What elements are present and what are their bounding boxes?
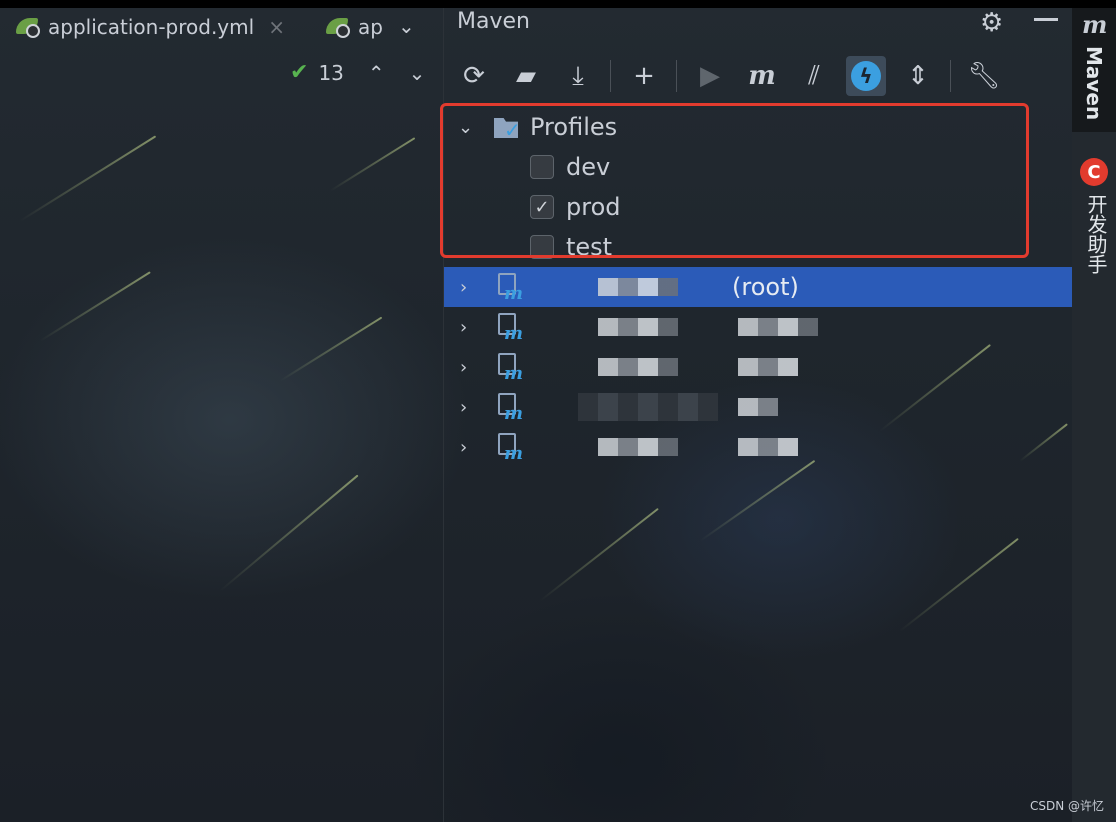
panel-title: Maven: [457, 9, 530, 34]
module-row-root[interactable]: › m (root): [444, 267, 1072, 307]
download-icon[interactable]: ⤓: [558, 56, 598, 96]
plus-icon[interactable]: +: [624, 56, 664, 96]
double-check-icon: ✔: [290, 60, 309, 85]
redacted-text: [738, 398, 778, 416]
toolbar-separator: [950, 60, 951, 92]
spring-boot-icon: [324, 16, 352, 38]
maven-module-icon: m: [498, 313, 526, 344]
right-tool-window-strip: m Maven C 开发助手: [1072, 8, 1116, 822]
module-row[interactable]: › m: [444, 387, 1072, 427]
maven-module-icon: m: [498, 353, 526, 384]
meteor-streak: [279, 316, 383, 382]
maven-tool-label: Maven: [1082, 46, 1106, 121]
window-top-edge: [0, 0, 1116, 8]
module-row[interactable]: › m: [444, 347, 1072, 387]
editor-tab-strip: application-prod.yml × ap ⌄: [0, 8, 443, 46]
generate-sources-icon[interactable]: ▰: [506, 56, 546, 96]
redacted-text: [738, 438, 798, 456]
chevron-right-icon[interactable]: ›: [460, 317, 467, 338]
maven-icon: m: [1082, 10, 1108, 39]
inspection-widget[interactable]: ✔ 13 ⌃ ⌄: [290, 60, 425, 85]
chevron-right-icon[interactable]: ›: [460, 357, 467, 378]
maven-tool-tab[interactable]: m Maven: [1072, 8, 1116, 132]
meteor-streak: [699, 459, 816, 542]
editor-tab-application-prod[interactable]: application-prod.yml ×: [14, 8, 285, 46]
meteor-streak: [539, 507, 659, 602]
meteor-streak: [39, 271, 151, 342]
module-row[interactable]: › m: [444, 307, 1072, 347]
maven-module-icon: m: [498, 273, 526, 304]
watermark: CSDN @许忆: [1029, 799, 1104, 813]
gear-icon[interactable]: ⚙: [980, 8, 1003, 38]
maven-goal-icon[interactable]: m: [742, 56, 782, 96]
dev-helper-icon[interactable]: C: [1080, 158, 1108, 186]
toolbar-separator: [610, 60, 611, 92]
collapse-all-icon[interactable]: ⇕: [898, 56, 938, 96]
spring-boot-icon: [14, 16, 42, 38]
meteor-streak: [219, 474, 359, 592]
redacted-text: [598, 358, 678, 376]
redacted-text: [738, 318, 818, 336]
run-icon[interactable]: ▶: [690, 56, 730, 96]
redacted-text: [578, 393, 718, 421]
dev-helper-tool-label[interactable]: 开发助手: [1082, 194, 1111, 274]
tab-label: application-prod.yml: [48, 15, 255, 39]
offline-mode-icon[interactable]: ⫽: [794, 56, 834, 96]
module-row[interactable]: › m: [444, 427, 1072, 467]
meteor-streak: [19, 135, 157, 222]
editor-tab-second[interactable]: ap: [324, 8, 384, 46]
minimize-icon[interactable]: [1034, 18, 1058, 21]
redacted-text: [598, 278, 678, 296]
redacted-text: [738, 358, 798, 376]
close-icon[interactable]: ×: [268, 15, 285, 39]
chevron-down-icon[interactable]: ⌄: [398, 14, 415, 38]
wrench-icon[interactable]: 🔧︎: [964, 56, 1004, 96]
chevron-down-icon[interactable]: ⌄: [409, 61, 426, 85]
chevron-right-icon[interactable]: ›: [460, 397, 467, 418]
skip-tests-icon[interactable]: ϟ: [846, 56, 886, 96]
redacted-text: [598, 318, 678, 336]
annotation-highlight-box: [440, 103, 1029, 258]
chevron-right-icon[interactable]: ›: [460, 277, 467, 298]
redacted-text: [598, 438, 678, 456]
meteor-streak: [899, 537, 1019, 632]
inspection-count: 13: [318, 60, 344, 85]
reload-icon[interactable]: ⟳: [454, 56, 494, 96]
chevron-right-icon[interactable]: ›: [460, 437, 467, 458]
toolbar-separator: [676, 60, 677, 92]
module-label: (root): [732, 273, 799, 301]
chevron-up-icon[interactable]: ⌃: [368, 61, 385, 85]
maven-toolbar: ⟳ ▰ ⤓ + ▶ m ⫽ ϟ ⇕ 🔧︎: [444, 52, 1072, 100]
meteor-streak: [329, 137, 416, 192]
maven-module-icon: m: [498, 393, 526, 424]
tab-label: ap: [358, 15, 383, 39]
maven-panel-header: Maven ⚙: [444, 8, 1072, 48]
maven-module-icon: m: [498, 433, 526, 464]
